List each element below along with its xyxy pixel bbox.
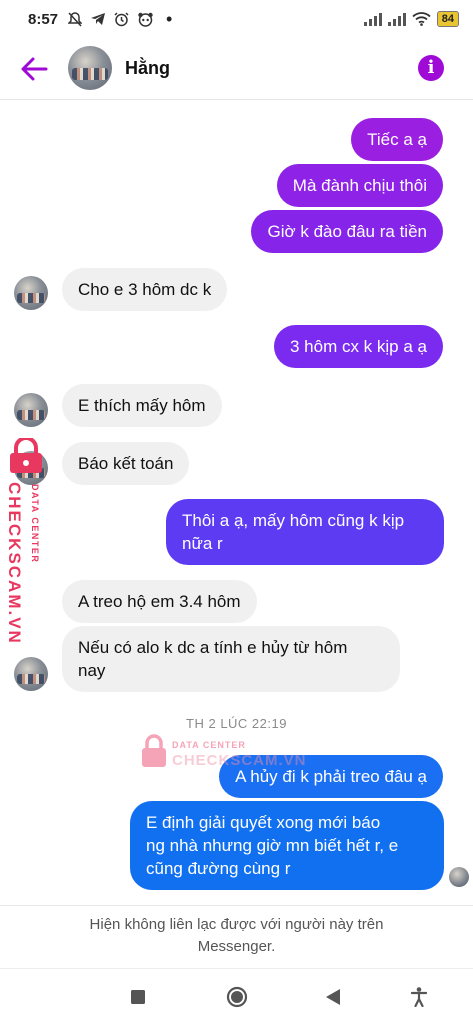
home-icon[interactable]: [226, 986, 248, 1008]
recent-apps-icon[interactable]: [131, 990, 145, 1004]
sender-avatar[interactable]: [14, 657, 48, 691]
seen-avatar: [449, 867, 469, 887]
notice-line: Hiện không liên lạc được với người này t…: [89, 916, 384, 933]
panda-icon: [138, 12, 153, 27]
wifi-icon: [412, 12, 431, 26]
message-text: Cho e 3 hôm dc k: [78, 280, 212, 299]
status-time: 8:57: [28, 10, 59, 28]
message-text: Giờ k đào đâu ra tiền: [267, 222, 427, 241]
message-outgoing[interactable]: Tiếc a ạ: [351, 118, 443, 161]
message-incoming[interactable]: Báo kết toán: [62, 442, 190, 485]
back-icon[interactable]: [326, 989, 340, 1005]
message-outgoing[interactable]: E định giải quyết xong mới báo ng nhà nh…: [130, 801, 444, 890]
status-bar: 8:57 • 84: [0, 0, 473, 38]
message-text-line: E định giải quyết xong mới báo: [146, 813, 381, 832]
status-left-icons: •: [68, 9, 173, 29]
message-text-line: cũng đường cùng r: [146, 859, 291, 878]
message-incoming[interactable]: Nếu có alo k dc a tính e hủy từ hôm nay: [62, 626, 400, 692]
alarm-icon: [114, 11, 129, 26]
unavailable-notice: Hiện không liên lạc được với người này t…: [0, 905, 473, 967]
watermark-lock-icon: [142, 734, 166, 767]
sender-avatar[interactable]: [14, 276, 48, 310]
watermark-center: DATA CENTER CHECKSCAM.VN: [140, 734, 306, 774]
message-text-line: ng nhà nhưng giờ mn biết hết r, e: [146, 836, 399, 855]
dot-icon: •: [166, 9, 173, 29]
message-outgoing[interactable]: Mà đành chịu thôi: [276, 164, 443, 207]
watermark-brand: CHECKSCAM.VN: [172, 752, 307, 769]
message-text: E thích mấy hôm: [78, 396, 206, 415]
message-text-line: Thôi a ạ, mấy hôm cũng k kịp: [182, 511, 405, 530]
message-text: Tiếc a ạ: [367, 130, 427, 149]
signal-icon: [363, 12, 382, 26]
bell-off-icon: [68, 11, 83, 27]
contact-avatar[interactable]: [68, 46, 112, 90]
watermark-subtitle: DATA CENTER: [172, 740, 246, 750]
message-text: 3 hôm cx k kịp a ạ: [289, 337, 427, 356]
telegram-icon: [91, 13, 106, 25]
message-text: Báo kết toán: [78, 454, 174, 473]
conversation-header: Hằng i: [0, 38, 473, 100]
info-icon[interactable]: i: [418, 55, 444, 81]
accessibility-icon[interactable]: [411, 987, 427, 1007]
system-nav-bar: [0, 968, 473, 1024]
watermark-subtitle: DATA CENTER: [30, 484, 40, 564]
message-text: Mà đành chịu thôi: [292, 176, 427, 195]
message-text: A treo hộ em 3.4 hôm: [78, 592, 241, 611]
battery-icon: 84: [436, 11, 459, 27]
message-timestamp: TH 2 LÚC 22:19: [186, 716, 287, 731]
message-outgoing[interactable]: 3 hôm cx k kịp a ạ: [273, 325, 443, 368]
sender-avatar[interactable]: [14, 393, 48, 427]
watermark-lock-icon: [10, 438, 42, 473]
message-incoming[interactable]: E thích mấy hôm: [62, 384, 222, 427]
message-outgoing[interactable]: Giờ k đào đâu ra tiền: [251, 210, 443, 253]
contact-name[interactable]: Hằng: [125, 58, 170, 79]
notice-line: Messenger.: [197, 938, 276, 955]
message-outgoing[interactable]: Thôi a ạ, mấy hôm cũng k kịp nữa r: [166, 499, 444, 565]
message-incoming[interactable]: A treo hộ em 3.4 hôm: [62, 580, 257, 623]
back-arrow-icon[interactable]: [20, 56, 48, 82]
signal-icon: [387, 12, 406, 26]
message-text-line: nay: [78, 661, 106, 680]
message-text-line: nữa r: [182, 534, 223, 553]
message-incoming[interactable]: Cho e 3 hôm dc k: [62, 268, 228, 311]
message-text-line: Nếu có alo k dc a tính e hủy từ hôm: [78, 638, 348, 657]
watermark-brand: CHECKSCAM.VN: [5, 482, 24, 645]
status-right-icons: 84: [363, 11, 459, 27]
